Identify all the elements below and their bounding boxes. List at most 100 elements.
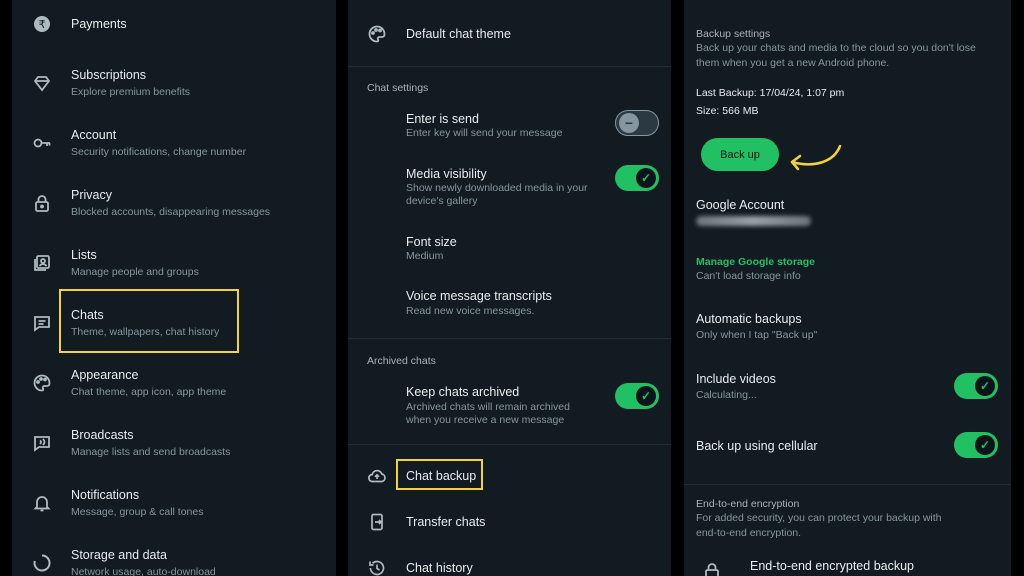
media-visibility-subtitle: device's gallery — [406, 195, 478, 207]
chat-history-label: Chat history — [406, 561, 473, 575]
e2e-backup-item[interactable]: End-to-end encrypted backup — [684, 552, 1011, 576]
media-visibility-toggle[interactable]: ✓ — [615, 165, 659, 191]
storage-icon — [32, 553, 52, 573]
settings-item-subtitle: Manage lists and send broadcasts — [71, 446, 231, 458]
key-icon — [32, 133, 52, 153]
transfer-chats-item[interactable]: Transfer chats — [348, 504, 671, 540]
include-videos-subtitle: Calculating... — [696, 389, 757, 401]
manage-google-storage-link[interactable]: Manage Google storage — [696, 256, 815, 268]
chat-settings-header: Chat settings — [367, 82, 429, 94]
backup-description: them when you get a new Android phone. — [696, 57, 890, 69]
keep-chats-archived-toggle[interactable]: ✓ — [615, 383, 659, 409]
settings-item-lists[interactable]: Lists Manage people and groups — [12, 240, 336, 286]
default-chat-theme-label: Default chat theme — [406, 27, 511, 41]
settings-item-subtitle: Chat theme, app icon, app theme — [71, 386, 227, 398]
default-chat-theme-item[interactable]: Default chat theme — [348, 14, 671, 54]
e2e-description: For added security, you can protect your… — [696, 512, 942, 524]
backup-description: Back up your chats and media to the clou… — [696, 42, 976, 54]
lists-icon — [32, 253, 52, 273]
lock-icon — [702, 561, 722, 576]
settings-item-account[interactable]: Account Security notifications, change n… — [12, 120, 336, 166]
last-backup-info: Last Backup: 17/04/24, 1:07 pm — [696, 87, 845, 99]
settings-item-title: Lists — [71, 248, 97, 262]
divider — [348, 444, 671, 445]
backup-size-info: Size: 566 MB — [696, 105, 759, 117]
keep-chats-archived-title: Keep chats archived — [406, 385, 520, 399]
settings-item-title: Notifications — [71, 488, 140, 502]
e2e-description: end-to-end encryption. — [696, 527, 802, 539]
settings-item-title: Privacy — [71, 188, 112, 202]
settings-item-title: Subscriptions — [71, 68, 147, 82]
palette-icon — [367, 24, 387, 44]
backup-cellular-toggle[interactable]: ✓ — [954, 432, 998, 458]
automatic-backups-title: Automatic backups — [696, 312, 802, 326]
history-icon — [367, 558, 387, 576]
settings-item-title: Account — [71, 128, 117, 142]
settings-item-subtitle: Network usage, auto-download — [71, 566, 216, 576]
voice-transcripts-item[interactable]: Voice message transcripts Read new voice… — [348, 283, 671, 323]
cloud-upload-icon — [367, 466, 387, 486]
settings-item-subtitle: Blocked accounts, disappearing messages — [71, 206, 271, 218]
media-visibility-title: Media visibility — [406, 167, 487, 181]
settings-item-privacy[interactable]: Privacy Blocked accounts, disappearing m… — [12, 180, 336, 226]
backup-cellular-title: Back up using cellular — [696, 439, 818, 453]
transfer-icon — [367, 512, 387, 532]
divider — [348, 338, 671, 339]
chat-icon — [32, 313, 52, 333]
enter-is-send-toggle[interactable]: − — [615, 110, 659, 136]
e2e-backup-title: End-to-end encrypted backup — [750, 559, 914, 573]
settings-item-payments[interactable]: ₹ Payments — [12, 4, 336, 44]
font-size-title: Font size — [406, 235, 457, 249]
settings-item-subtitle: Explore premium benefits — [71, 86, 191, 98]
settings-item-subtitle: Message, group & call tones — [71, 506, 204, 518]
backup-settings-header: Backup settings — [696, 28, 771, 40]
chat-history-item[interactable]: Chat history — [348, 550, 671, 576]
payments-icon: ₹ — [32, 14, 52, 34]
lock-icon — [32, 193, 52, 213]
settings-item-title: Broadcasts — [71, 428, 134, 442]
redacted-email — [696, 216, 811, 226]
transfer-chats-label: Transfer chats — [406, 515, 486, 529]
chat-backup-panel: Backup settings Back up your chats and m… — [684, 0, 1011, 576]
google-account-title: Google Account — [696, 198, 785, 212]
settings-item-subscriptions[interactable]: Subscriptions Explore premium benefits — [12, 60, 336, 106]
bell-icon — [32, 493, 52, 513]
settings-item-storage[interactable]: Storage and data Network usage, auto-dow… — [12, 540, 336, 576]
archived-chats-header: Archived chats — [367, 355, 436, 367]
settings-item-appearance[interactable]: Appearance Chat theme, app icon, app the… — [12, 360, 336, 406]
automatic-backups-item[interactable]: Automatic backups Only when I tap "Back … — [684, 306, 1011, 346]
chats-highlight-box — [59, 289, 239, 353]
google-account-item[interactable]: Google Account — [684, 192, 1011, 232]
e2e-header: End-to-end encryption — [696, 498, 800, 510]
settings-item-title: Storage and data — [71, 548, 167, 562]
voice-transcripts-title: Voice message transcripts — [406, 289, 552, 303]
settings-item-subtitle: Security notifications, change number — [71, 146, 247, 158]
include-videos-toggle[interactable]: ✓ — [954, 373, 998, 399]
settings-item-broadcasts[interactable]: Broadcasts Manage lists and send broadca… — [12, 420, 336, 466]
keep-chats-archived-subtitle: Archived chats will remain archived — [406, 401, 570, 413]
divider — [348, 66, 671, 67]
font-size-item[interactable]: Font size Medium — [348, 228, 671, 268]
diamond-icon — [32, 73, 52, 93]
settings-item-title: Payments — [71, 17, 127, 31]
keep-chats-archived-subtitle: when you receive a new message — [406, 414, 565, 426]
divider — [684, 484, 1011, 485]
settings-item-title: Appearance — [71, 368, 139, 382]
palette-icon — [32, 373, 52, 393]
broadcast-icon — [32, 433, 52, 453]
storage-info-text: Can't load storage info — [696, 270, 801, 282]
svg-text:₹: ₹ — [39, 18, 46, 31]
back-up-button[interactable]: Back up — [701, 138, 779, 171]
include-videos-title: Include videos — [696, 372, 776, 386]
chat-backup-highlight-box — [396, 459, 483, 490]
enter-is-send-subtitle: Enter key will send your message — [406, 127, 563, 139]
voice-transcripts-subtitle: Read new voice messages. — [406, 305, 535, 317]
pointer-arrow-icon — [790, 144, 842, 171]
font-size-value: Medium — [406, 250, 444, 262]
enter-is-send-title: Enter is send — [406, 112, 479, 126]
settings-panel: ₹ Payments Subscriptions Explore premium… — [12, 0, 336, 576]
settings-item-subtitle: Manage people and groups — [71, 266, 199, 278]
media-visibility-subtitle: Show newly downloaded media in your — [406, 182, 588, 194]
chats-settings-panel: Default chat theme Chat settings Enter i… — [348, 0, 671, 576]
settings-item-notifications[interactable]: Notifications Message, group & call tone… — [12, 480, 336, 526]
